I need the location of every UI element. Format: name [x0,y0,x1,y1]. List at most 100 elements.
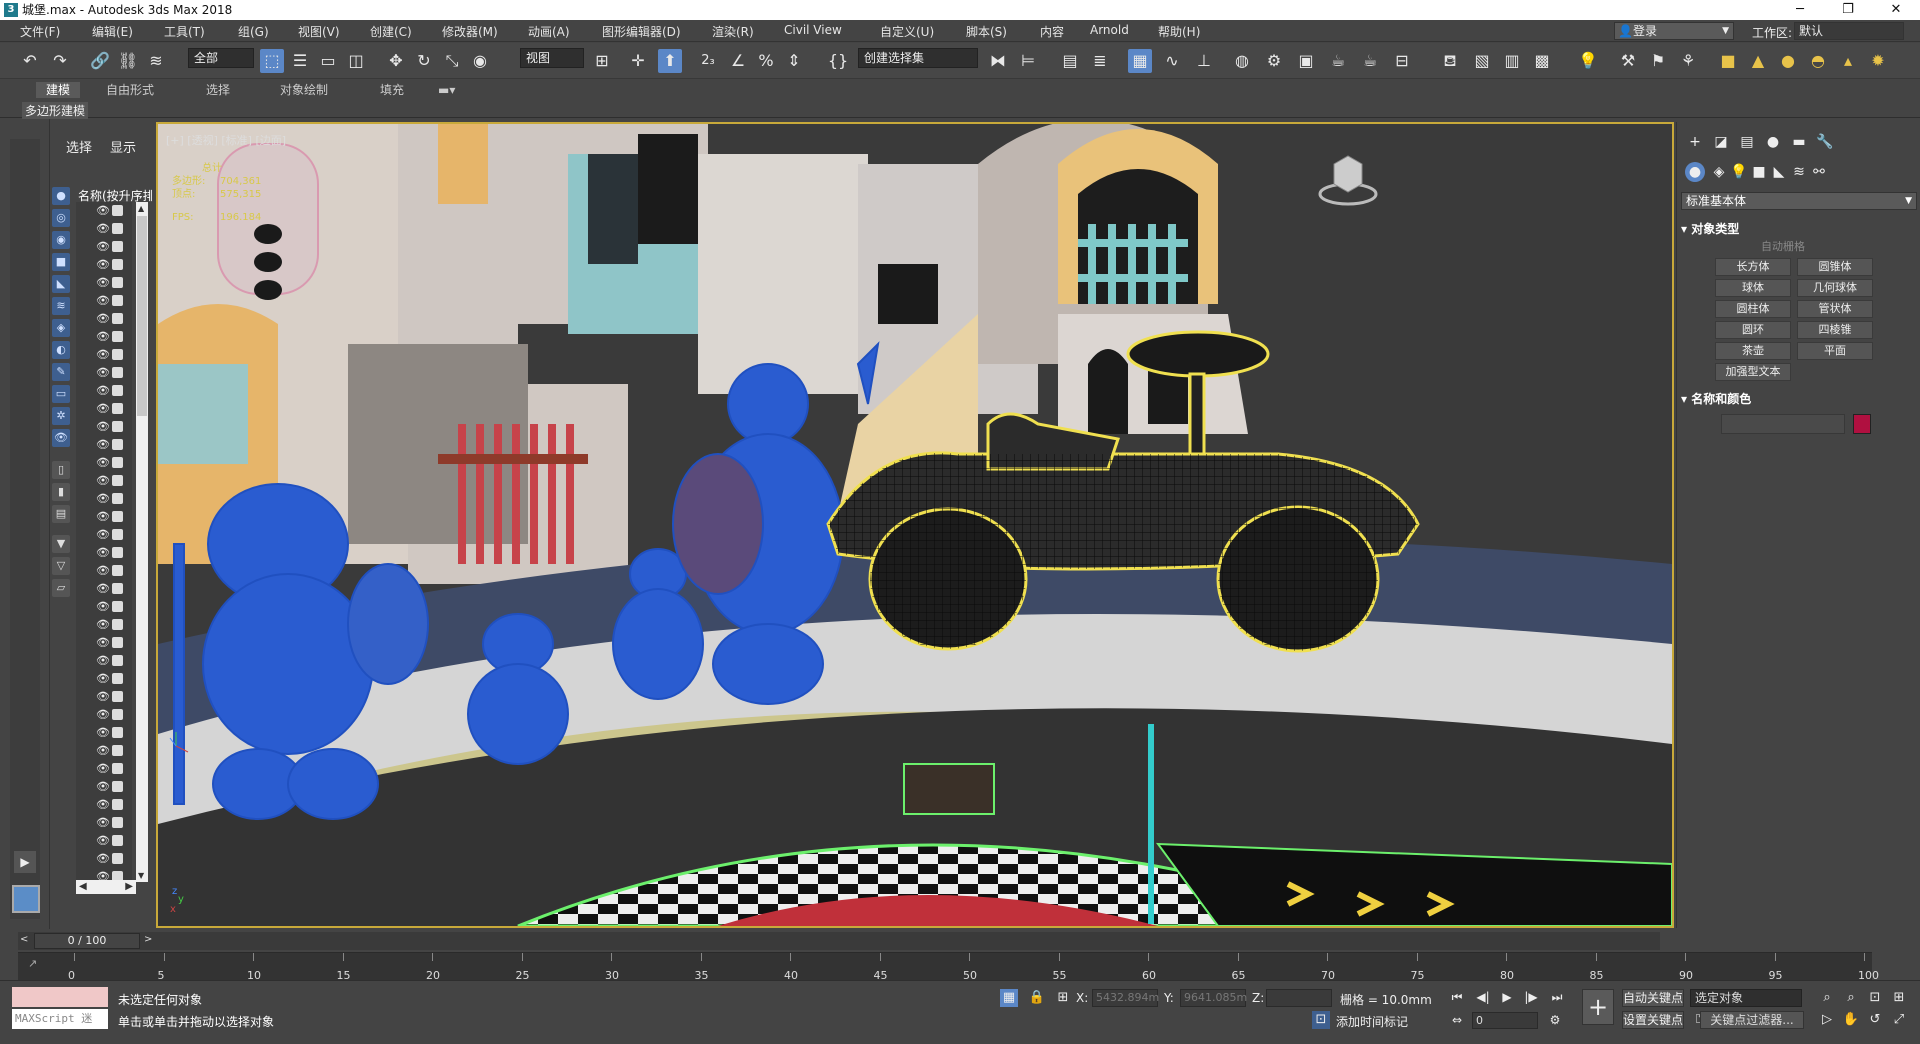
text-plus-button[interactable]: 加强型文本 [1715,363,1791,381]
sun-icon[interactable]: ✹ [1866,49,1890,73]
list-item[interactable]: 👁 [76,238,132,256]
name-color-rollout[interactable]: ▾ 名称和颜色 [1681,390,1917,407]
sphere-button[interactable]: 球体 [1715,279,1791,297]
filter-geometry-icon[interactable]: ● [52,187,70,205]
visibility-icon[interactable]: 👁 [96,330,110,343]
polygon-modeling-label[interactable]: 多边形建模 [22,102,89,119]
scroll-up-icon[interactable]: ▲ [138,204,144,213]
zoom-icon[interactable]: ⌕ [1818,989,1836,1007]
list-item[interactable]: 👁 [76,850,132,868]
list-item[interactable]: 👁 [76,706,132,724]
list-item[interactable]: 👁 [76,400,132,418]
visibility-icon[interactable]: 👁 [96,690,110,703]
visibility-icon[interactable]: 👁 [96,600,110,613]
time-config-icon[interactable]: ⚙ [1546,1012,1564,1028]
visibility-icon[interactable]: 👁 [96,258,110,271]
spacewarps-icon[interactable]: ≋ [1789,162,1809,182]
menu-customize[interactable]: 自定义(U) [880,23,934,40]
menu-views[interactable]: 视图(V) [298,23,340,40]
visibility-icon[interactable]: 👁 [96,420,110,433]
render-cloud-icon[interactable]: ⊟ [1390,49,1414,73]
list-item[interactable]: 👁 [76,472,132,490]
list-item[interactable]: 👁 [76,670,132,688]
x-coordinate-input[interactable]: 5432.894m [1092,989,1159,1007]
filter-particles-icon[interactable]: ✲ [52,407,70,425]
list-item[interactable]: 👁 [76,292,132,310]
rect-selection-icon[interactable]: ▭ [316,49,340,73]
list-item[interactable]: 👁 [76,274,132,292]
scroll-left-icon[interactable]: ◀ [79,880,87,894]
play-icon[interactable]: ▶ [1498,989,1516,1005]
menu-scripting[interactable]: 脚本(S) [966,23,1007,40]
shapes-icon[interactable]: ◈ [1709,162,1729,182]
isolate-icon[interactable]: ▦ [1000,989,1018,1007]
display-dependents-icon[interactable]: ▤ [52,505,70,523]
compact-material-icon[interactable]: ▩ [1530,49,1554,73]
list-item[interactable]: 👁 [76,508,132,526]
list-item[interactable]: 👁 [76,778,132,796]
ref-coord-select[interactable]: 视图 [520,48,584,68]
list-item[interactable]: 👁 [76,526,132,544]
list-item[interactable]: 👁 [76,652,132,670]
environment-icon[interactable]: ▧ [1470,49,1494,73]
fov-icon[interactable]: ▷ [1818,1011,1836,1029]
list-item[interactable]: 👁 [76,832,132,850]
key-mode-icon[interactable]: ⇔ [1448,1012,1466,1028]
list-item[interactable]: 👁 [76,382,132,400]
list-item[interactable]: 👁 [76,346,132,364]
window-crossing-icon[interactable]: ◫ [344,49,368,73]
list-item[interactable]: 👁 [76,328,132,346]
list-item[interactable]: 👁 [76,454,132,472]
explorer-tab-display[interactable]: 显示 [110,137,136,156]
list-item[interactable]: 👁 [76,796,132,814]
teapot-icon[interactable]: ⛾ [1438,49,1462,73]
menu-content[interactable]: 内容 [1040,23,1064,40]
modify-tab-icon[interactable]: ◪ [1711,132,1731,152]
add-time-tag[interactable]: 添加时间标记 [1336,1013,1408,1030]
time-slider[interactable]: < 0 / 100 > [18,932,1660,950]
layout-icon[interactable] [12,885,40,913]
menu-file[interactable]: 文件(F) [20,23,60,40]
systems-icon[interactable]: ⚯ [1809,162,1829,182]
list-item[interactable]: 👁 [76,814,132,832]
schematic-view-icon[interactable]: ⊥ [1192,49,1216,73]
arnold-render-icon[interactable]: ⚑ [1646,49,1670,73]
box-icon[interactable]: ■ [1716,49,1740,73]
maxscript-input[interactable]: MAXScript 迷 [12,1009,108,1029]
visibility-icon[interactable]: 👁 [96,204,110,217]
tab-object-paint[interactable]: 对象绘制 [270,82,338,98]
visibility-icon[interactable]: 👁 [96,402,110,415]
visibility-icon[interactable]: 👁 [96,528,110,541]
set-key-button[interactable]: 设置关键点 [1622,1011,1684,1029]
visibility-icon[interactable]: 👁 [96,816,110,829]
key-selection-set-select[interactable]: 选定对象 [1690,989,1802,1007]
scroll-down-icon[interactable]: ▼ [138,871,144,880]
auto-grid-checkbox[interactable]: 自动栅格 [1761,238,1805,254]
display-children-icon[interactable]: ▯ [52,461,70,479]
goto-end-icon[interactable]: ⏭ [1548,989,1566,1005]
list-item[interactable]: 👁 [76,436,132,454]
list-scrollbar[interactable]: ▲ ▼ [136,202,148,882]
tab-populate[interactable]: 填充 [370,82,414,98]
link-icon[interactable]: 🔗 [88,49,112,73]
menu-civil-view[interactable]: Civil View [784,23,842,37]
cone-icon[interactable]: ▲ [1746,49,1770,73]
ribbon-toggle-icon[interactable]: ▦ [1128,49,1152,73]
menu-tools[interactable]: 工具(T) [164,23,205,40]
workspace-select[interactable]: 默认 [1794,22,1904,40]
track-bar[interactable]: ↗ 0 5 10 15 20 25 30 35 40 45 50 55 60 65 70 75 80 85 90 95… [18,952,1879,982]
list-item[interactable]: 👁 [76,562,132,580]
y-coordinate-input[interactable]: 9641.085m [1180,989,1247,1007]
layer-icon[interactable]: ▱ [52,579,70,597]
tube-button[interactable]: 管状体 [1797,300,1873,318]
plane-button[interactable]: 平面 [1797,342,1873,360]
close-button[interactable]: ✕ [1876,0,1916,20]
zoom-all-icon[interactable]: ⌕ [1842,989,1860,1007]
cylinder-button[interactable]: 圆柱体 [1715,300,1791,318]
visibility-icon[interactable]: 👁 [96,618,110,631]
curve-editor-icon[interactable]: ∿ [1160,49,1184,73]
visibility-icon[interactable]: 👁 [96,780,110,793]
geometry-icon[interactable]: ● [1685,162,1705,182]
cone-button[interactable]: 圆锥体 [1797,258,1873,276]
edit-named-sets-icon[interactable]: {} [826,49,850,73]
